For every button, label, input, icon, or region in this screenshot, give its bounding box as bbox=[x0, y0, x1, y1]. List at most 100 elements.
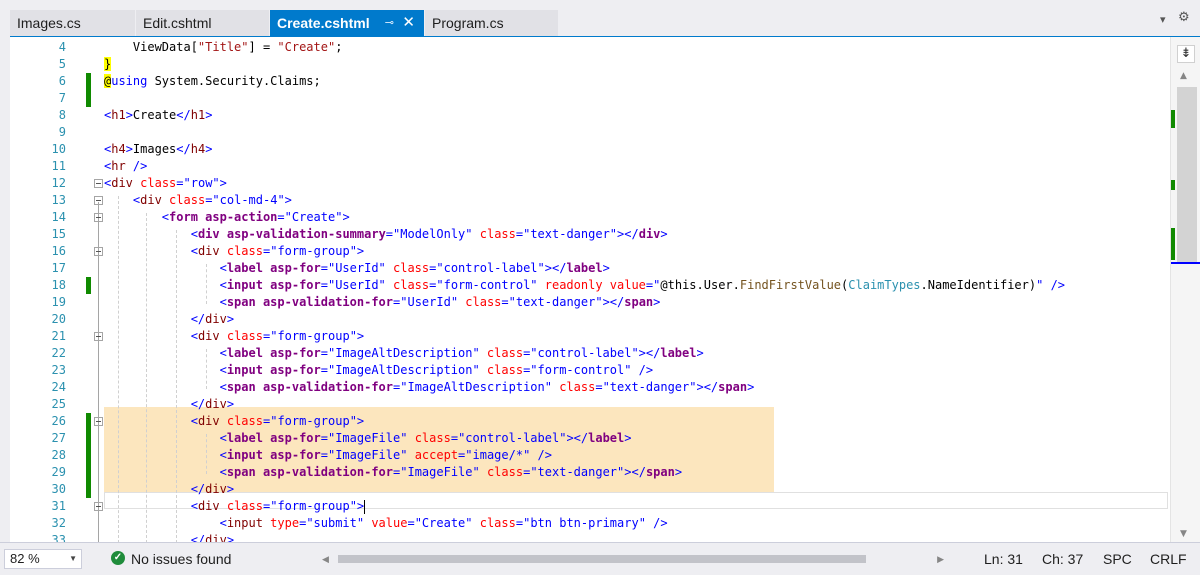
fold-toggle-icon[interactable] bbox=[94, 247, 103, 256]
horizontal-scrollbar[interactable]: ◀ ▶ bbox=[322, 551, 944, 567]
line-number: 15 bbox=[51, 227, 66, 241]
check-circle-icon[interactable]: ✓ bbox=[111, 551, 125, 565]
code-line[interactable]: 27 <label asp-for="ImageFile" class="con… bbox=[10, 430, 1170, 447]
code-text: <label asp-for="UserId" class="control-l… bbox=[219, 261, 610, 275]
whitespace-status[interactable]: SPC bbox=[1103, 549, 1132, 569]
code-line[interactable]: 16 <div class="form-group"> bbox=[10, 243, 1170, 260]
zoom-dropdown[interactable]: 82 % ▼ bbox=[4, 549, 82, 569]
code-line[interactable]: 26 <div class="form-group"> bbox=[10, 413, 1170, 430]
code-line[interactable]: 7 bbox=[10, 90, 1170, 107]
line-ending-status[interactable]: CRLF bbox=[1150, 549, 1187, 569]
change-marker bbox=[86, 413, 91, 430]
line-number: 5 bbox=[58, 57, 66, 71]
chevron-down-icon: ▼ bbox=[69, 554, 77, 563]
line-number: 9 bbox=[58, 125, 66, 139]
code-text: <span asp-validation-for="ImageAltDescri… bbox=[219, 380, 755, 394]
pin-icon[interactable]: ⊸ bbox=[385, 10, 394, 36]
code-text: <label asp-for="ImageFile" class="contro… bbox=[219, 431, 632, 445]
code-line[interactable]: 11 <hr /> bbox=[10, 158, 1170, 175]
horizontal-scroll-thumb[interactable] bbox=[338, 555, 866, 563]
code-text: <input asp-for="UserId" class="form-cont… bbox=[219, 278, 1066, 292]
code-line[interactable]: 15 <div asp-validation-summary="ModelOnl… bbox=[10, 226, 1170, 243]
code-line[interactable]: 5} bbox=[10, 56, 1170, 73]
tab-edit-cshtml[interactable]: Edit.cshtml bbox=[136, 10, 269, 36]
code-line[interactable]: 30 </div> bbox=[10, 481, 1170, 498]
line-number: 30 bbox=[51, 482, 66, 496]
code-text: <div class="form-group"> bbox=[190, 244, 365, 258]
line-number: 21 bbox=[51, 329, 66, 343]
line-number: 14 bbox=[51, 210, 66, 224]
tab-create-cshtml[interactable]: Create.cshtml ⊸ ✕ bbox=[270, 10, 424, 36]
code-line[interactable]: 29 <span asp-validation-for="ImageFile" … bbox=[10, 464, 1170, 481]
tab-label: Images.cs bbox=[17, 15, 81, 31]
code-line[interactable]: 19 <span asp-validation-for="UserId" cla… bbox=[10, 294, 1170, 311]
code-editor[interactable]: 4 ViewData["Title"] = "Create"; 5} 6 @using… bbox=[10, 36, 1200, 542]
fold-toggle-icon[interactable] bbox=[94, 502, 103, 511]
code-line[interactable]: 21 <div class="form-group"> bbox=[10, 328, 1170, 345]
code-line[interactable]: 24 <span asp-validation-for="ImageAltDes… bbox=[10, 379, 1170, 396]
line-number: 31 bbox=[51, 499, 66, 513]
scroll-left-arrow-icon[interactable]: ◀ bbox=[322, 551, 329, 567]
code-text: <input type="submit" value="Create" clas… bbox=[219, 516, 668, 530]
line-number: 4 bbox=[58, 40, 66, 54]
scroll-right-arrow-icon[interactable]: ▶ bbox=[937, 551, 944, 567]
code-text: <h4>Images</h4> bbox=[104, 142, 213, 156]
code-line[interactable]: 13 <div class="col-md-4"> bbox=[10, 192, 1170, 209]
gear-icon[interactable]: ⚙ bbox=[1178, 10, 1190, 25]
close-icon[interactable]: ✕ bbox=[402, 10, 415, 36]
code-line[interactable]: 12 <div class="row"> bbox=[10, 175, 1170, 192]
code-line[interactable]: 25 </div> bbox=[10, 396, 1170, 413]
caret-position-marker bbox=[1171, 262, 1200, 264]
line-number: 23 bbox=[51, 363, 66, 377]
line-number-status[interactable]: Ln: 31 bbox=[984, 549, 1023, 569]
scroll-down-arrow-icon[interactable]: ▼ bbox=[1180, 529, 1187, 539]
code-line[interactable]: 33 </div> bbox=[10, 532, 1170, 542]
column-status[interactable]: Ch: 37 bbox=[1042, 549, 1083, 569]
code-line[interactable]: 23 <input asp-for="ImageAltDescription" … bbox=[10, 362, 1170, 379]
scroll-up-arrow-icon[interactable]: ▲ bbox=[1180, 71, 1187, 81]
line-number: 29 bbox=[51, 465, 66, 479]
change-marker bbox=[1171, 180, 1175, 190]
line-number: 18 bbox=[51, 278, 66, 292]
tab-images-cs[interactable]: Images.cs bbox=[10, 10, 135, 36]
code-line[interactable]: 4 ViewData["Title"] = "Create"; bbox=[10, 39, 1170, 56]
code-line[interactable]: 18 <input asp-for="UserId" class="form-c… bbox=[10, 277, 1170, 294]
code-line[interactable]: 9 bbox=[10, 124, 1170, 141]
code-line[interactable]: 14 <form asp-action="Create"> bbox=[10, 209, 1170, 226]
code-area[interactable]: 4 ViewData["Title"] = "Create"; 5} 6 @using… bbox=[10, 37, 1170, 542]
fold-toggle-icon[interactable] bbox=[94, 332, 103, 341]
fold-toggle-icon[interactable] bbox=[94, 213, 103, 222]
tab-program-cs[interactable]: Program.cs bbox=[425, 10, 558, 36]
code-line[interactable]: 8 <h1>Create</h1> bbox=[10, 107, 1170, 124]
fold-toggle-icon[interactable] bbox=[94, 417, 103, 426]
fold-toggle-icon[interactable] bbox=[94, 179, 103, 188]
code-line[interactable]: 28 <input asp-for="ImageFile" accept="im… bbox=[10, 447, 1170, 464]
code-text: ViewData["Title"] = "Create"; bbox=[104, 40, 343, 54]
vertical-scrollbar[interactable]: ⇟ ▲ ▼ bbox=[1170, 37, 1200, 542]
code-line[interactable]: 17 <label asp-for="UserId" class="contro… bbox=[10, 260, 1170, 277]
code-line[interactable]: 22 <label asp-for="ImageAltDescription" … bbox=[10, 345, 1170, 362]
scroll-thumb[interactable] bbox=[1177, 87, 1197, 263]
line-number: 25 bbox=[51, 397, 66, 411]
code-line[interactable]: 32 <input type="submit" value="Create" c… bbox=[10, 515, 1170, 532]
line-number: 7 bbox=[58, 91, 66, 105]
code-line[interactable]: 31 <div class="form-group"> bbox=[10, 498, 1170, 515]
line-number: 20 bbox=[51, 312, 66, 326]
fold-toggle-icon[interactable] bbox=[94, 196, 103, 205]
code-text: <form asp-action="Create"> bbox=[161, 210, 350, 224]
tab-label: Create.cshtml bbox=[277, 15, 370, 31]
change-marker bbox=[86, 481, 91, 498]
dropdown-icon[interactable]: ▾ bbox=[1160, 13, 1166, 26]
line-number: 13 bbox=[51, 193, 66, 207]
line-number: 26 bbox=[51, 414, 66, 428]
code-line[interactable]: 6 @using System.Security.Claims; bbox=[10, 73, 1170, 90]
code-line[interactable]: 20 </div> bbox=[10, 311, 1170, 328]
change-marker bbox=[1171, 110, 1175, 128]
code-text: <span asp-validation-for="UserId" class=… bbox=[219, 295, 661, 309]
code-line[interactable]: 10 <h4>Images</h4> bbox=[10, 141, 1170, 158]
code-text: <input asp-for="ImageFile" accept="image… bbox=[219, 448, 552, 462]
issues-status[interactable]: No issues found bbox=[131, 549, 231, 569]
line-number: 22 bbox=[51, 346, 66, 360]
zoom-value: 82 % bbox=[10, 551, 40, 566]
split-window-icon[interactable]: ⇟ bbox=[1177, 45, 1195, 63]
